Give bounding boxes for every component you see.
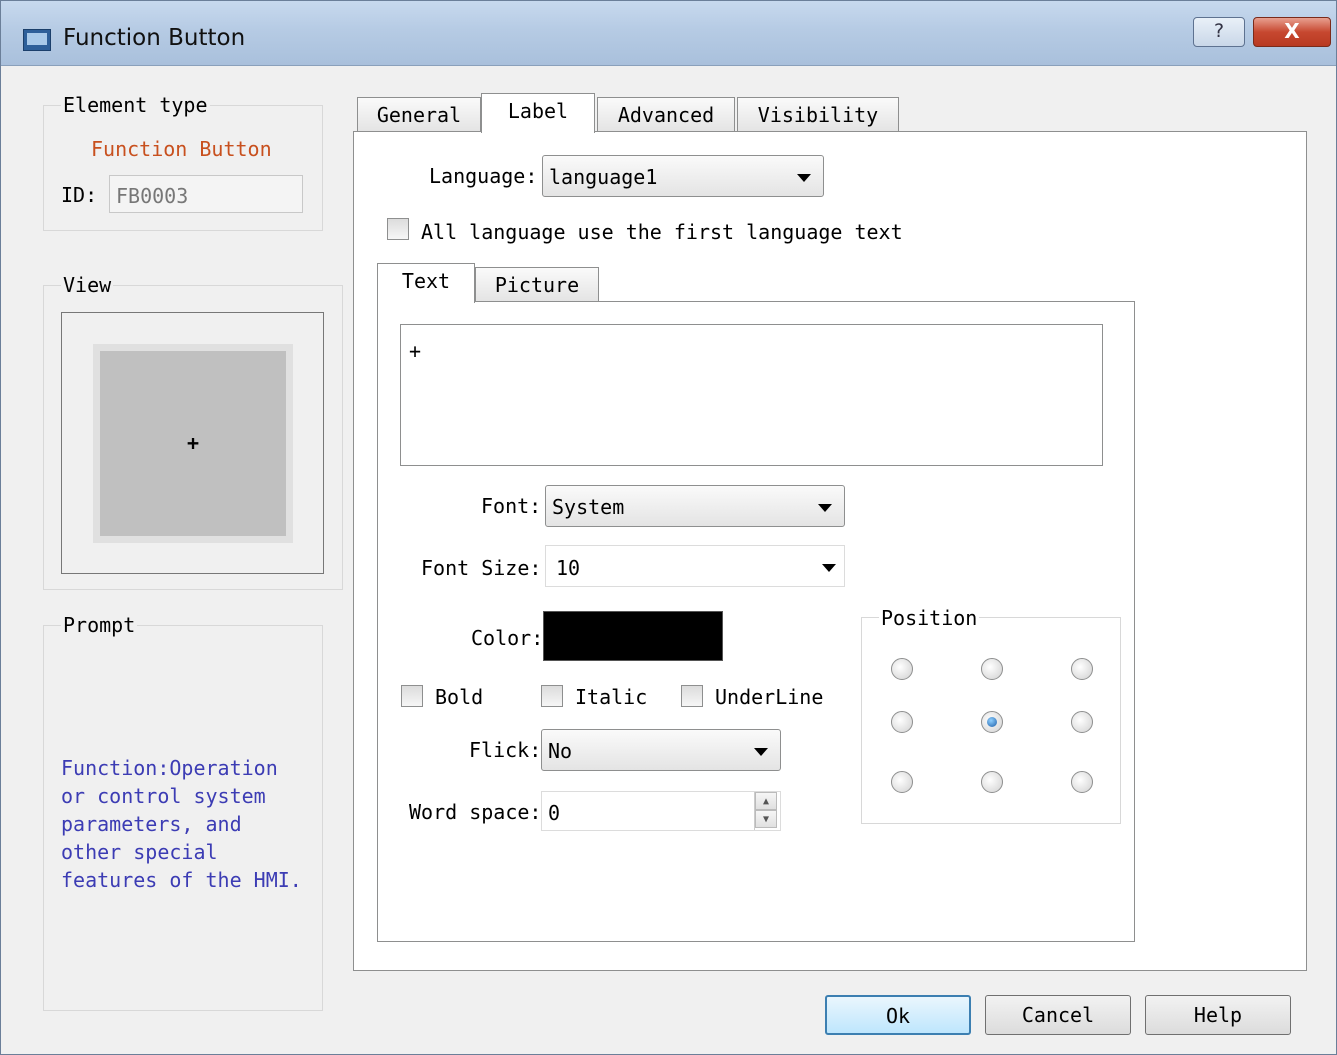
- element-type-title: Element type: [61, 93, 210, 117]
- bold-label: Bold: [435, 685, 484, 709]
- position-radio-bottom-center[interactable]: [981, 771, 1003, 793]
- window-icon: [23, 29, 51, 51]
- prompt-line: other special: [61, 840, 218, 864]
- underline-label: UnderLine: [715, 685, 824, 709]
- id-label: ID:: [61, 183, 98, 207]
- chevron-down-icon: [797, 174, 811, 182]
- position-radio-bottom-left[interactable]: [891, 771, 913, 793]
- prompt-title: Prompt: [61, 613, 138, 637]
- word-space-spinner[interactable]: ▲ ▼: [754, 792, 778, 830]
- language-value: language1: [549, 165, 658, 189]
- prompt-line: or control system: [61, 784, 266, 808]
- bold-checkbox[interactable]: [401, 685, 423, 707]
- element-type-value: Function Button: [91, 137, 272, 161]
- flick-select[interactable]: No: [541, 729, 781, 771]
- all-language-label: All language use the first language text: [421, 220, 903, 244]
- word-space-input[interactable]: 0 ▲ ▼: [541, 791, 781, 831]
- view-preview-frame: +: [61, 312, 324, 574]
- word-space-value: 0: [548, 801, 561, 825]
- italic-checkbox[interactable]: [541, 685, 563, 707]
- position-radio-middle-left[interactable]: [891, 711, 913, 733]
- word-space-label: Word space:: [409, 800, 542, 824]
- title-bar[interactable]: Function Button ? X: [1, 1, 1336, 66]
- position-radio-middle-center[interactable]: [981, 711, 1003, 733]
- position-radio-top-right[interactable]: [1071, 658, 1093, 680]
- prompt-line: Function:Operation: [61, 756, 278, 780]
- tab-advanced[interactable]: Advanced: [597, 97, 735, 133]
- position-radio-middle-right[interactable]: [1071, 711, 1093, 733]
- function-button-dialog: Function Button ? X Element type Functio…: [0, 0, 1337, 1055]
- preview-button-text: +: [186, 431, 200, 455]
- preview-button-outer: +: [93, 344, 293, 543]
- help-button[interactable]: Help: [1145, 995, 1291, 1035]
- window-title: Function Button: [63, 25, 246, 51]
- help-title-button[interactable]: ?: [1193, 17, 1245, 47]
- tab-visibility[interactable]: Visibility: [737, 97, 899, 133]
- chevron-down-icon: [822, 564, 836, 572]
- font-select[interactable]: System: [545, 485, 845, 527]
- spin-up-icon[interactable]: ▲: [755, 792, 777, 810]
- position-radio-top-center[interactable]: [981, 658, 1003, 680]
- preview-button: +: [100, 351, 286, 536]
- language-label: Language:: [429, 164, 538, 188]
- view-title: View: [61, 273, 114, 297]
- close-button[interactable]: X: [1253, 17, 1331, 47]
- id-field-value: FB0003: [116, 184, 189, 208]
- chevron-down-icon: [754, 748, 768, 756]
- label-text-value: +: [409, 339, 422, 363]
- tab-label[interactable]: Label: [481, 93, 595, 133]
- subtab-picture[interactable]: Picture: [475, 267, 599, 303]
- underline-checkbox[interactable]: [681, 685, 703, 707]
- spin-down-icon[interactable]: ▼: [755, 810, 777, 828]
- position-title: Position: [879, 606, 980, 630]
- font-value: System: [552, 495, 625, 519]
- position-radio-top-left[interactable]: [891, 658, 913, 680]
- font-size-select[interactable]: 10: [545, 545, 845, 587]
- flick-value: No: [548, 739, 573, 763]
- cancel-button[interactable]: Cancel: [985, 995, 1131, 1035]
- subtab-text[interactable]: Text: [377, 263, 475, 303]
- prompt-line: features of the HMI.: [61, 868, 302, 892]
- chevron-down-icon: [818, 504, 832, 512]
- prompt-line: parameters, and: [61, 812, 242, 836]
- color-label: Color:: [471, 626, 544, 650]
- ok-button[interactable]: Ok: [825, 995, 971, 1035]
- italic-label: Italic: [575, 685, 648, 709]
- label-text-area[interactable]: +: [400, 324, 1103, 466]
- flick-label: Flick:: [469, 738, 542, 762]
- all-language-checkbox[interactable]: [387, 218, 409, 240]
- position-radio-bottom-right[interactable]: [1071, 771, 1093, 793]
- tab-general[interactable]: General: [357, 97, 481, 133]
- language-select[interactable]: language1: [542, 155, 824, 197]
- font-label: Font:: [481, 494, 542, 518]
- font-size-value: 10: [556, 556, 581, 580]
- color-swatch[interactable]: [543, 611, 723, 661]
- id-field[interactable]: FB0003: [109, 175, 303, 213]
- font-size-label: Font Size:: [421, 556, 542, 580]
